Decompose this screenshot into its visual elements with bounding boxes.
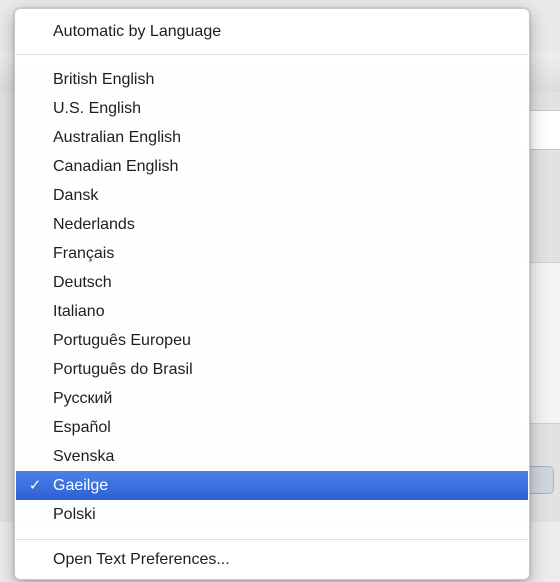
menu-item-language[interactable]: Русский — [16, 384, 528, 413]
menu-item-language[interactable]: Canadian English — [16, 152, 528, 181]
menu-item-language[interactable]: Italiano — [16, 297, 528, 326]
menu-item-language[interactable]: Português Europeu — [16, 326, 528, 355]
menu-item-label: Canadian English — [53, 158, 179, 175]
menu-item-language[interactable]: Svenska — [16, 442, 528, 471]
menu-item-label: Português do Brasil — [53, 361, 193, 378]
menu-separator — [16, 539, 528, 540]
menu-item-open-text-preferences[interactable]: Open Text Preferences... — [16, 545, 528, 574]
menu-item-label: Polski — [53, 506, 96, 523]
menu-item-label: Deutsch — [53, 274, 112, 291]
menu-item-label: Dansk — [53, 187, 99, 204]
language-popup-menu: Automatic by Language Open Text Preferen… — [14, 8, 530, 580]
menu-item-label: Svenska — [53, 448, 115, 465]
menu-item-label: Português Europeu — [53, 332, 191, 349]
menu-item-label: U.S. English — [53, 100, 142, 117]
menu-item-label: Gaeilge — [53, 477, 109, 494]
menu-item-label: British English — [53, 71, 155, 88]
menu-item-language[interactable]: Português do Brasil — [16, 355, 528, 384]
menu-item-automatic-by-language[interactable]: Automatic by Language — [16, 17, 528, 46]
menu-item-language[interactable]: U.S. English — [16, 94, 528, 123]
menu-item-label: Español — [53, 419, 111, 436]
menu-item-label: Automatic by Language — [53, 23, 222, 40]
menu-item-language[interactable]: Polski — [16, 500, 528, 529]
checkmark-icon: ✓ — [28, 477, 42, 494]
menu-item-language[interactable]: Australian English — [16, 123, 528, 152]
menu-item-language[interactable]: British English — [16, 65, 528, 94]
menu-item-language[interactable]: Nederlands — [16, 210, 528, 239]
menu-item-label: Русский — [53, 390, 113, 407]
menu-item-label: Italiano — [53, 303, 105, 320]
menu-item-label: Australian English — [53, 129, 182, 146]
menu-item-label: Français — [53, 245, 115, 262]
menu-item-label: Nederlands — [53, 216, 135, 233]
menu-item-language[interactable]: ✓ Gaeilge — [16, 471, 528, 500]
menu-item-language[interactable]: Français — [16, 239, 528, 268]
menu-separator — [16, 54, 528, 55]
menu-item-language[interactable]: Deutsch — [16, 268, 528, 297]
menu-item-label: Open Text Preferences... — [53, 551, 230, 568]
menu-item-language[interactable]: Español — [16, 413, 528, 442]
menu-item-language[interactable]: Dansk — [16, 181, 528, 210]
